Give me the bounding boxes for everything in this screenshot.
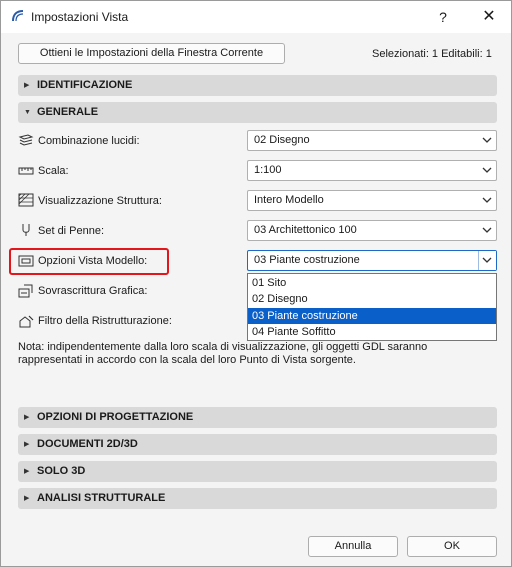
chevron-down-icon [482, 197, 492, 203]
dropdown-option[interactable]: 01 Sito [248, 275, 496, 291]
chevron-right-icon: ▶ [24, 441, 30, 448]
model-view-options-label: Opzioni Vista Modello: [38, 255, 148, 267]
layers-icon [18, 134, 34, 146]
scale-value: 1:100 [254, 164, 282, 176]
section-label: DOCUMENTI 2D/3D [37, 438, 138, 450]
model-view-icon [18, 255, 34, 267]
get-current-settings-button[interactable]: Ottieni le Impostazioni della Finestra C… [18, 43, 285, 64]
structure-display-select[interactable]: Intero Modello [247, 190, 497, 211]
pen-set-label: Set di Penne: [38, 225, 105, 237]
section-solo-3d[interactable]: ▶ SOLO 3D [18, 461, 497, 482]
cancel-button[interactable]: Annulla [308, 536, 398, 557]
section-documenti-2d-3d[interactable]: ▶ DOCUMENTI 2D/3D [18, 434, 497, 455]
graphic-override-icon [18, 284, 33, 298]
chevron-down-icon [482, 137, 492, 143]
archicad-app-icon [12, 10, 24, 22]
dropdown-option[interactable]: 02 Disegno [248, 291, 496, 307]
chevron-down-icon: ▼ [24, 109, 31, 116]
scale-note: Nota: indipendentemente dalla loro scala… [18, 341, 428, 366]
pen-set-select[interactable]: 03 Architettonico 100 [247, 220, 497, 241]
dialog-window: Impostazioni Vista ? ✕ Ottieni le Impost… [0, 0, 512, 567]
chevron-down-icon [482, 257, 492, 263]
window-title: Impostazioni Vista [31, 10, 129, 24]
chevron-down-icon [482, 167, 492, 173]
layer-combination-select[interactable]: 02 Disegno [247, 130, 497, 151]
pen-icon [22, 224, 30, 236]
structure-display-label: Visualizzazione Struttura: [38, 195, 162, 207]
close-button[interactable]: ✕ [478, 7, 500, 27]
chevron-right-icon: ▶ [24, 414, 30, 421]
scale-select[interactable]: 1:100 [247, 160, 497, 181]
chevron-down-icon [482, 227, 492, 233]
section-label: ANALISI STRUTTURALE [37, 492, 166, 504]
pen-set-value: 03 Architettonico 100 [254, 224, 357, 236]
model-view-options-select[interactable]: 03 Piante costruzione [247, 250, 497, 271]
section-opzioni-progettazione[interactable]: ▶ OPZIONI DI PROGETTAZIONE [18, 407, 497, 428]
chevron-right-icon: ▶ [24, 468, 30, 475]
scale-ruler-icon [18, 167, 34, 175]
help-button[interactable]: ? [433, 7, 453, 27]
section-label: GENERALE [37, 106, 99, 118]
section-label: OPZIONI DI PROGETTAZIONE [37, 411, 194, 423]
dropdown-option-selected[interactable]: 03 Piante costruzione [248, 308, 496, 324]
renovation-filter-icon [19, 315, 34, 328]
model-view-options-value: 03 Piante costruzione [254, 254, 360, 266]
section-generale[interactable]: ▼ GENERALE [18, 102, 497, 123]
model-view-options-dropdown: 01 Sito 02 Disegno 03 Piante costruzione… [247, 273, 497, 341]
graphic-override-label: Sovrascrittura Grafica: [38, 285, 148, 297]
structure-display-value: Intero Modello [254, 194, 324, 206]
selection-info: Selezionati: 1 Editabili: 1 [372, 48, 492, 60]
section-identificazione[interactable]: ▶ IDENTIFICAZIONE [18, 75, 497, 96]
scale-label: Scala: [38, 165, 69, 177]
renovation-filter-label: Filtro della Ristrutturazione: [38, 315, 172, 327]
section-analisi-strutturale[interactable]: ▶ ANALISI STRUTTURALE [18, 488, 497, 509]
ok-button[interactable]: OK [407, 536, 497, 557]
section-label: SOLO 3D [37, 465, 86, 477]
title-bar: Impostazioni Vista ? ✕ [1, 1, 511, 33]
structure-icon [18, 193, 34, 207]
chevron-right-icon: ▶ [24, 495, 30, 502]
section-label: IDENTIFICAZIONE [37, 79, 133, 91]
chevron-right-icon: ▶ [24, 82, 30, 89]
layer-combination-label: Combinazione lucidi: [38, 135, 140, 147]
layer-combination-value: 02 Disegno [254, 134, 310, 146]
dropdown-option[interactable]: 04 Piante Soffitto [248, 324, 496, 340]
